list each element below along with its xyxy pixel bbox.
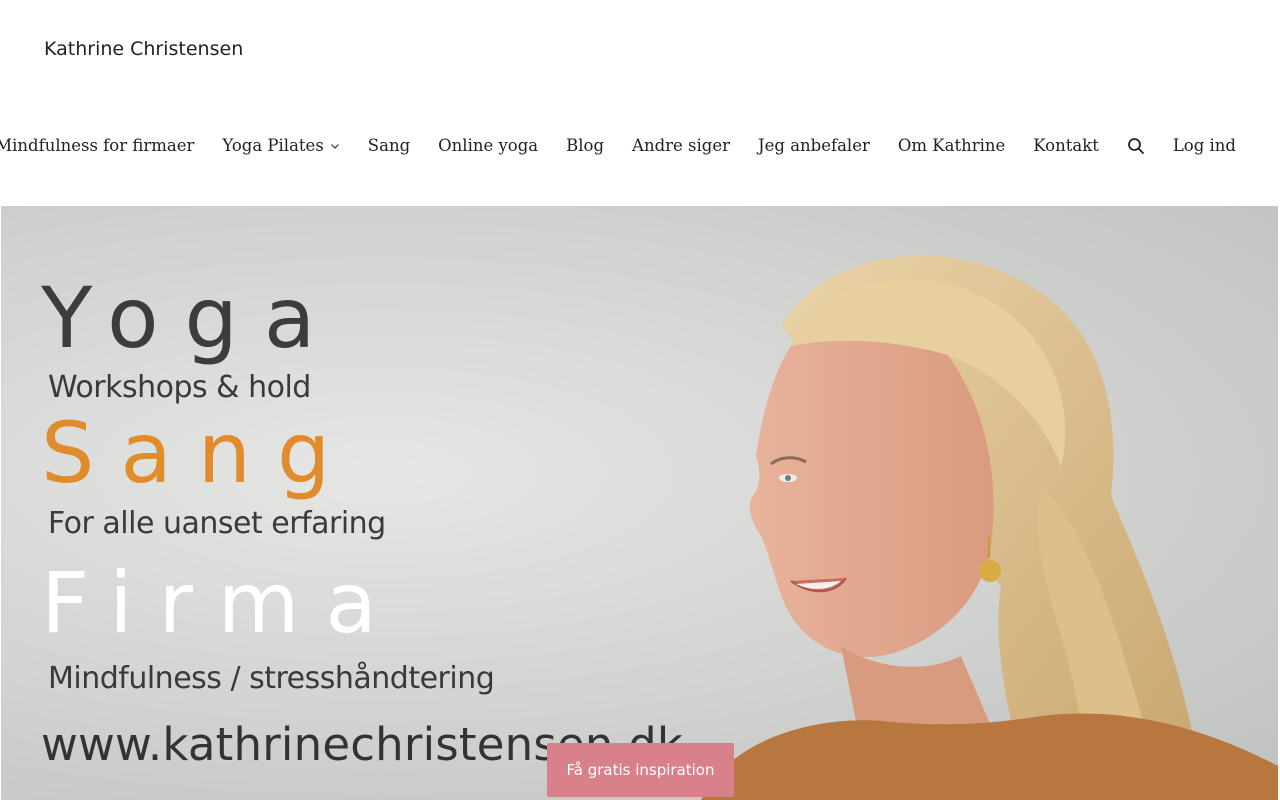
hero-subtitle-workshops: Workshops & hold — [48, 370, 311, 405]
main-nav: Mindfulness for firmaer Yoga Pilates San… — [0, 136, 1236, 155]
nav-item-online-yoga[interactable]: Online yoga — [438, 136, 538, 155]
hero-heading-sang: Sang — [41, 404, 357, 502]
site-title[interactable]: Kathrine Christensen — [44, 38, 243, 60]
nav-item-sang[interactable]: Sang — [368, 136, 410, 155]
nav-item-blog[interactable]: Blog — [566, 136, 604, 155]
chevron-down-icon[interactable] — [330, 141, 340, 151]
hero-heading-yoga: Yoga — [41, 269, 342, 367]
hero-heading-firma: Firma — [41, 554, 403, 652]
nav-item-om-kathrine[interactable]: Om Kathrine — [898, 136, 1005, 155]
search-icon[interactable] — [1127, 137, 1145, 155]
nav-item-kontakt[interactable]: Kontakt — [1033, 136, 1099, 155]
nav-item-andre-siger[interactable]: Andre siger — [632, 136, 730, 155]
login-link[interactable]: Log ind — [1173, 136, 1236, 155]
nav-item-jeg-anbefaler[interactable]: Jeg anbefaler — [758, 136, 870, 155]
free-inspiration-button[interactable]: Få gratis inspiration — [547, 743, 734, 797]
hero-banner: Yoga Workshops & hold Sang For alle uans… — [1, 206, 1278, 800]
hero-subtitle-erfaring: For alle uanset erfaring — [48, 506, 386, 541]
nav-item-yoga-pilates[interactable]: Yoga Pilates — [222, 136, 339, 155]
hero-subtitle-mindfulness: Mindfulness / stresshåndtering — [48, 661, 495, 696]
nav-item-yoga-pilates-label: Yoga Pilates — [222, 136, 324, 155]
nav-item-mindfulness[interactable]: Mindfulness for firmaer — [0, 136, 194, 155]
